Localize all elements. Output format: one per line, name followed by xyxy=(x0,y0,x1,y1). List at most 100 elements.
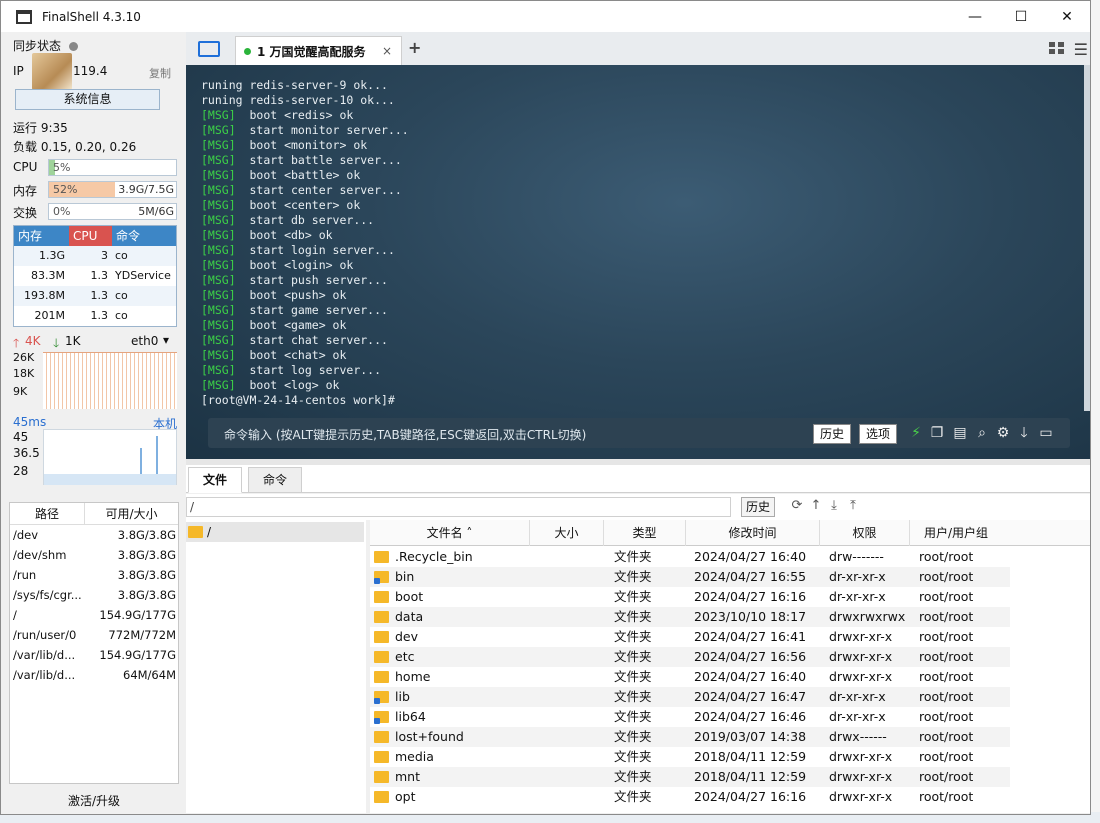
process-row[interactable]: 83.3M 1.3 YDService xyxy=(14,266,176,286)
file-row[interactable]: lib64 文件夹 2024/04/27 16:46 dr-xr-xr-x ro… xyxy=(370,707,1010,727)
add-tab-icon[interactable]: + xyxy=(408,38,421,57)
file-row[interactable]: etc 文件夹 2024/04/27 16:56 drwxr-xr-x root… xyxy=(370,647,1010,667)
lightning-icon[interactable]: ⚡ xyxy=(908,424,924,442)
filesystem-row[interactable]: /dev 3.8G/3.8G xyxy=(10,525,178,545)
menu-icon[interactable]: ☰ xyxy=(1074,40,1088,59)
col-permission[interactable]: 权限 xyxy=(820,520,910,546)
msg-tag: [MSG] xyxy=(201,213,236,227)
fs-header-size[interactable]: 可用/大小 xyxy=(85,503,178,524)
system-info-button[interactable]: 系统信息 xyxy=(15,89,160,110)
terminal-line: [MSG] start battle server... xyxy=(201,153,409,168)
file-row[interactable]: opt 文件夹 2024/04/27 16:16 drwxr-xr-x root… xyxy=(370,787,1010,807)
file-name: dev xyxy=(395,629,419,644)
col-name[interactable]: 文件名 ˄ xyxy=(370,520,530,546)
proc-header-mem[interactable]: 内存 xyxy=(14,226,69,246)
file-row[interactable]: home 文件夹 2024/04/27 16:40 drwxr-xr-x roo… xyxy=(370,667,1010,687)
file-row[interactable]: .Recycle_bin 文件夹 2024/04/27 16:40 drw---… xyxy=(370,547,1010,567)
file-type: 文件夹 xyxy=(614,569,652,584)
filesystem-row[interactable]: /var/lib/d... 64M/64M xyxy=(10,665,178,685)
file-row[interactable]: lost+found 文件夹 2019/03/07 14:38 drwx----… xyxy=(370,727,1010,747)
file-mtime: 2018/04/11 12:59 xyxy=(694,749,807,764)
tab-commands[interactable]: 命令 xyxy=(248,467,303,493)
terminal-line-text: start log server... xyxy=(235,363,382,377)
gear-icon[interactable]: ⚙ xyxy=(995,424,1011,442)
path-input[interactable]: / xyxy=(186,497,731,517)
file-mtime: 2019/03/07 14:38 xyxy=(694,729,807,744)
filesystem-row[interactable]: /sys/fs/cgr... 3.8G/3.8G xyxy=(10,585,178,605)
col-size[interactable]: 大小 xyxy=(530,520,604,546)
paste-icon[interactable]: ▤ xyxy=(952,424,968,442)
chevron-down-icon[interactable]: ▾ xyxy=(163,333,169,347)
file-row[interactable]: boot 文件夹 2024/04/27 16:16 dr-xr-xr-x roo… xyxy=(370,587,1010,607)
file-row[interactable]: media 文件夹 2018/04/11 12:59 drwxr-xr-x ro… xyxy=(370,747,1010,767)
col-owner[interactable]: 用户/用户组 xyxy=(910,520,1002,546)
process-row[interactable]: 201M 1.3 co xyxy=(14,306,176,326)
options-button[interactable]: 选项 xyxy=(859,424,898,444)
download-icon[interactable]: ⤓ xyxy=(826,498,842,514)
fs-size: 3.8G/3.8G xyxy=(117,568,176,582)
mem-label: 内存 xyxy=(13,184,38,198)
path-history-button[interactable]: 历史 xyxy=(741,497,776,517)
msg-tag: [MSG] xyxy=(201,153,236,167)
copy-icon[interactable]: ❐ xyxy=(929,424,945,442)
history-button[interactable]: 历史 xyxy=(813,424,852,444)
fs-size: 3.8G/3.8G xyxy=(117,588,176,602)
session-tab-label: 1 万国觉醒高配服务 xyxy=(257,44,366,59)
col-type[interactable]: 类型 xyxy=(604,520,686,546)
command-input-bar[interactable]: 命令输入 (按ALT键提示历史,TAB键路径,ESC键返回,双击CTRL切换) … xyxy=(208,418,1070,448)
latency-tick: 28 xyxy=(13,464,29,478)
activate-upgrade-link[interactable]: 激活/升级 xyxy=(9,792,179,809)
file-name: data xyxy=(395,609,424,624)
session-tab[interactable]: 1 万国觉醒高配服务 × xyxy=(235,36,402,65)
terminal-line-text: start battle server... xyxy=(235,153,402,167)
file-owner: root/root xyxy=(919,709,974,724)
terminal-line-text: runing redis-server-9 ok... xyxy=(201,78,388,92)
terminal[interactable]: runing redis-server-9 ok... runing redis-… xyxy=(186,65,1090,459)
minimize-button[interactable]: — xyxy=(952,1,998,32)
file-row[interactable]: data 文件夹 2023/10/10 18:17 drwxrwxrwx roo… xyxy=(370,607,1010,627)
filesystem-row[interactable]: /run/user/0 772M/772M xyxy=(10,625,178,645)
maximize-button[interactable]: ☐ xyxy=(998,1,1044,32)
file-row[interactable]: mnt 文件夹 2018/04/11 12:59 drwxr-xr-x root… xyxy=(370,767,1010,787)
grid-layout-icon[interactable] xyxy=(1049,42,1064,54)
terminal-scrollbar[interactable] xyxy=(1084,65,1090,411)
file-row[interactable]: bin 文件夹 2024/04/27 16:55 dr-xr-xr-x root… xyxy=(370,567,1010,587)
terminal-line-text: [root@VM-24-14-centos work]# xyxy=(201,393,395,407)
upload-icon[interactable]: ⤒ xyxy=(845,498,861,514)
arrow-down-icon[interactable]: 🡓 xyxy=(1016,424,1032,442)
filesystem-row[interactable]: / 154.9G/177G xyxy=(10,605,178,625)
file-row[interactable]: lib 文件夹 2024/04/27 16:47 dr-xr-xr-x root… xyxy=(370,687,1010,707)
copy-ip-link[interactable]: 复制 xyxy=(149,65,171,81)
search-icon[interactable]: ⌕ xyxy=(974,424,990,442)
process-row[interactable]: 1.3G 3 co xyxy=(14,246,176,266)
close-window-button[interactable]: ✕ xyxy=(1044,1,1090,32)
up-directory-icon[interactable]: ↑ xyxy=(808,498,824,514)
window-icon[interactable]: ▭ xyxy=(1038,424,1054,442)
proc-header-cmd[interactable]: 命令 xyxy=(112,226,176,246)
proc-cpu: 1.3 xyxy=(90,289,109,302)
close-tab-icon[interactable]: × xyxy=(382,44,392,58)
fs-path: /var/lib/d... xyxy=(13,668,76,682)
proc-header-cpu[interactable]: CPU xyxy=(69,226,112,246)
process-row[interactable]: 193.8M 1.3 co xyxy=(14,286,176,306)
col-mtime[interactable]: 修改时间 xyxy=(686,520,820,546)
latency-value: 45ms xyxy=(13,415,47,429)
filesystem-row[interactable]: /dev/shm 3.8G/3.8G xyxy=(10,545,178,565)
terminal-line: [MSG] start center server... xyxy=(201,183,409,198)
fs-header-path[interactable]: 路径 xyxy=(10,503,85,524)
msg-tag: [MSG] xyxy=(201,183,236,197)
refresh-icon[interactable]: ⟳ xyxy=(789,498,805,514)
tree-node-root[interactable]: / xyxy=(186,522,364,542)
file-type: 文件夹 xyxy=(614,769,652,784)
tab-files[interactable]: 文件 xyxy=(188,467,243,493)
file-name: lib64 xyxy=(395,709,426,724)
network-interface-select[interactable]: eth0 xyxy=(131,334,158,348)
file-name: etc xyxy=(395,649,415,664)
open-folder-icon[interactable] xyxy=(198,41,220,57)
file-row[interactable]: dev 文件夹 2024/04/27 16:41 drwxr-xr-x root… xyxy=(370,627,1010,647)
filesystem-row[interactable]: /var/lib/d... 154.9G/177G xyxy=(10,645,178,665)
file-permission: drwxr-xr-x xyxy=(829,769,893,784)
folder-icon xyxy=(374,631,389,643)
filesystem-row[interactable]: /run 3.8G/3.8G xyxy=(10,565,178,585)
msg-tag: [MSG] xyxy=(201,318,236,332)
